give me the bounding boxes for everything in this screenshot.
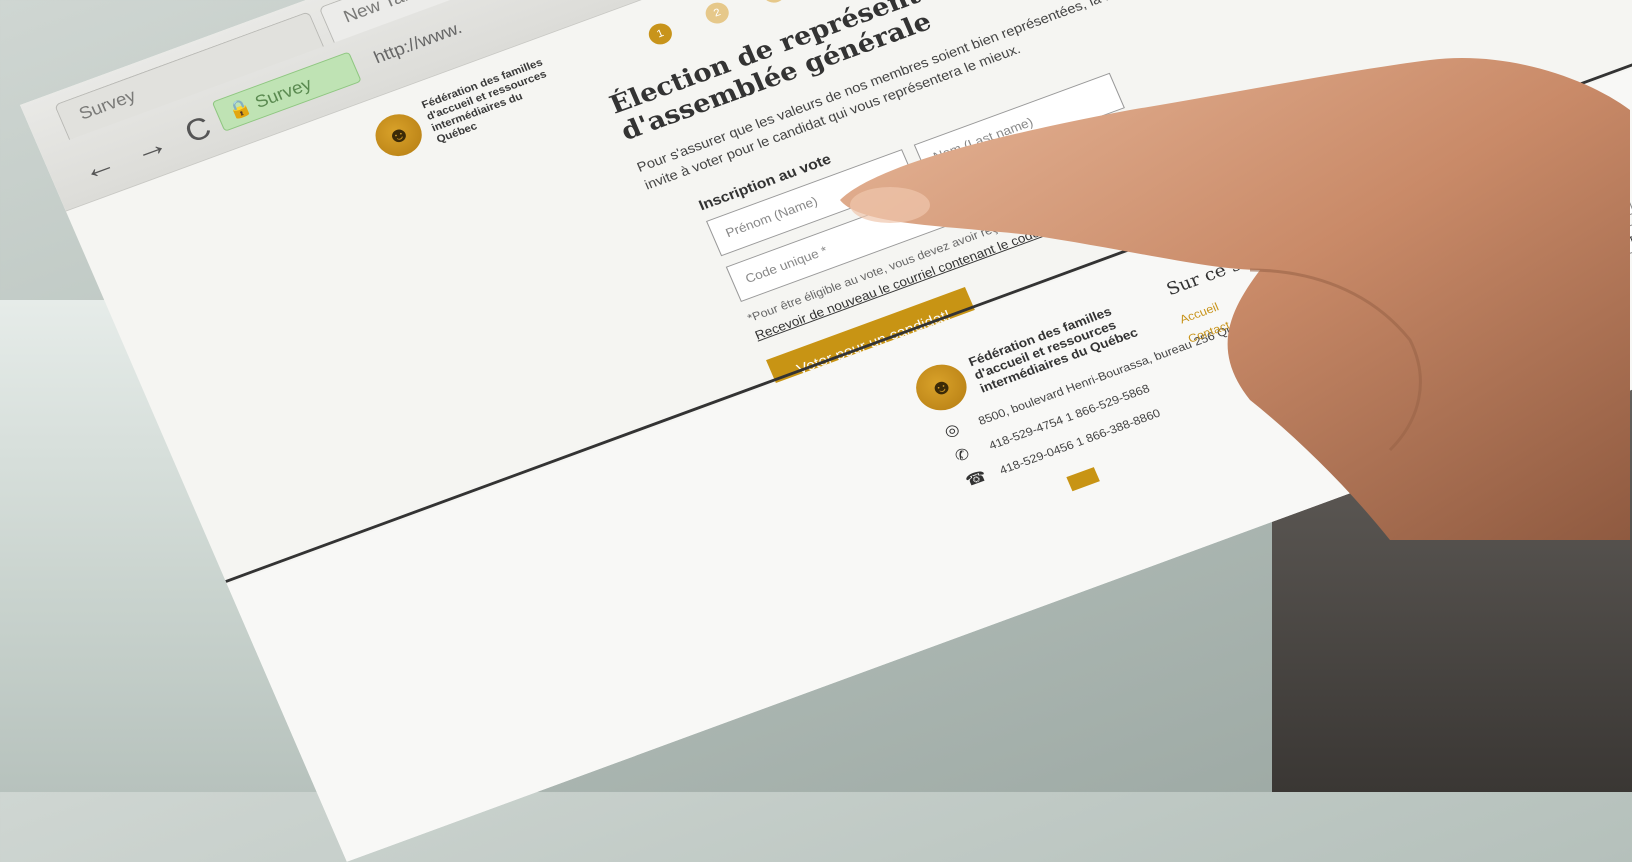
tab-label: Survey — [76, 86, 139, 124]
url-label: Survey — [252, 74, 315, 112]
logo-icon: ☻ — [369, 108, 429, 163]
step-3: 3 — [759, 0, 789, 6]
chip-laval[interactable]: Laval — [1523, 246, 1585, 289]
footer-comites: Comités régionaux Québec Mauricie Centre… — [1360, 101, 1632, 333]
step-2: 2 — [702, 0, 732, 27]
step-1: 1 — [645, 20, 675, 47]
location-pin-icon: ◎ — [942, 420, 968, 441]
lock-icon: 🔒 — [225, 96, 255, 122]
fax-icon: ☎ — [964, 469, 990, 490]
tab-label: New Tab — [341, 0, 417, 26]
footer-logo-icon: ☻ — [909, 358, 974, 418]
footer-button[interactable] — [1066, 467, 1100, 491]
phone-icon: ✆ — [953, 444, 979, 465]
url-text[interactable]: http://www. — [371, 18, 465, 68]
